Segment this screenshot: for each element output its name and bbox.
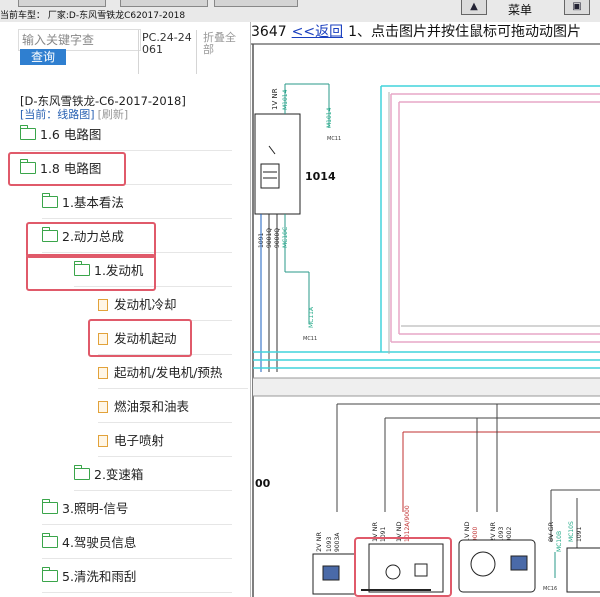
wire-label: MC10S bbox=[568, 521, 575, 542]
divider bbox=[138, 30, 139, 74]
tree-item-washer-wiper[interactable]: 5.清洗和雨刮 bbox=[41, 562, 232, 593]
page-number: 3647 bbox=[251, 24, 287, 40]
tree-item-basic[interactable]: 1.基本看法 bbox=[41, 188, 232, 219]
search-button[interactable]: 查询 bbox=[20, 49, 66, 65]
tree-label: 起动机/发电机/预热 bbox=[114, 365, 223, 380]
tree-label: 5.清洗和雨刮 bbox=[62, 569, 137, 584]
diagram-ref: 00 bbox=[255, 477, 271, 490]
toolbar-button-2[interactable] bbox=[120, 0, 208, 7]
folder-icon bbox=[41, 533, 58, 548]
folder-icon bbox=[41, 567, 58, 582]
document-icon bbox=[98, 367, 108, 379]
tree-label: 4.驾驶员信息 bbox=[62, 535, 137, 550]
pc-number: PC.24-24061 bbox=[142, 31, 192, 56]
tree-item-gearbox[interactable]: 2.变速箱 bbox=[73, 460, 232, 491]
highlight-box bbox=[88, 319, 192, 357]
tree-label: 2.变速箱 bbox=[94, 467, 144, 482]
document-icon bbox=[98, 299, 108, 311]
tree-label: 3.照明-信号 bbox=[62, 501, 129, 516]
divider bbox=[196, 30, 197, 74]
folder-icon bbox=[19, 125, 36, 140]
document-icon bbox=[98, 435, 108, 447]
folder-icon bbox=[41, 499, 58, 514]
tree-label: 发动机冷却 bbox=[114, 297, 177, 312]
highlight-box bbox=[8, 152, 126, 186]
tree-item-fuel-injection[interactable]: 电子喷射 bbox=[98, 426, 232, 457]
tree-item-1-6[interactable]: 1.6 电路图 bbox=[19, 120, 232, 151]
wire-label: MC11A bbox=[308, 306, 315, 328]
wire-label: 1091 bbox=[380, 527, 387, 542]
wire-label: 1091 bbox=[576, 527, 583, 542]
highlight-box bbox=[26, 254, 156, 291]
tree-label: 1.基本看法 bbox=[62, 195, 124, 210]
wire-label: 1012A/9000 bbox=[404, 505, 411, 542]
wire-label: M1014 bbox=[326, 107, 333, 128]
menu-button[interactable]: 菜单 bbox=[508, 1, 532, 18]
highlight-box bbox=[26, 222, 156, 258]
folder-icon bbox=[41, 193, 58, 208]
component-1014-label: 1014 bbox=[305, 170, 336, 183]
wire-label: MC16 bbox=[543, 586, 557, 592]
search-input[interactable]: 输入关键字查 bbox=[18, 29, 141, 51]
wire-label: MC11 bbox=[327, 136, 341, 142]
wiring-diagram[interactable]: 1014 1V NR M1014 M1014 MC11 1091 9001Q 9… bbox=[251, 42, 600, 597]
nav-icon[interactable]: ▣ bbox=[564, 0, 590, 15]
wire-label: MC11 bbox=[303, 336, 317, 342]
collapse-all-button[interactable]: 折叠全部 bbox=[203, 32, 245, 56]
tree-label: 燃油泵和油表 bbox=[114, 399, 190, 414]
tree-label: 电子喷射 bbox=[114, 433, 165, 448]
tree-item-driver-info[interactable]: 4.驾驶员信息 bbox=[41, 528, 232, 559]
current-car-info: 当前车型： 厂家:D-东风雪铁龙C62017-2018 bbox=[0, 11, 186, 21]
top-toolbar: 当前车型： 厂家:D-东风雪铁龙C62017-2018 ▲ 菜单 ▣ bbox=[0, 0, 600, 23]
wire-label: 1093 bbox=[326, 537, 333, 552]
folder-icon bbox=[73, 465, 90, 480]
wire-label: 2V NR bbox=[315, 531, 323, 552]
wire-label: 1V ND bbox=[463, 521, 471, 542]
tree-item-lighting[interactable]: 3.照明-信号 bbox=[41, 494, 232, 525]
wire-label: 8V GR bbox=[547, 521, 555, 542]
tree-label: 1.6 电路图 bbox=[40, 127, 102, 142]
wire-label: 1V NR bbox=[271, 88, 279, 110]
nav-up-icon[interactable]: ▲ bbox=[461, 0, 487, 15]
toolbar-button-3[interactable] bbox=[214, 0, 298, 7]
back-link[interactable]: <<返回 bbox=[292, 24, 343, 40]
wire-label: 9003A bbox=[334, 532, 341, 552]
left-navigation-panel: 输入关键字查 查询 PC.24-24061 折叠全部 [D-东风雪铁龙-C6-2… bbox=[0, 22, 251, 597]
wire-label: 2V NR bbox=[489, 521, 497, 542]
diagram-viewer: 3647 <<返回 1、点击图片并按住鼠标可拖动动图片 1014 1V NR M10… bbox=[251, 22, 600, 597]
toolbar-button-1[interactable] bbox=[18, 0, 106, 7]
document-icon bbox=[98, 401, 108, 413]
viewer-header: 3647 <<返回 1、点击图片并按住鼠标可拖动动图片 bbox=[251, 22, 600, 42]
tree-item-engine-cooling[interactable]: 发动机冷却 bbox=[98, 290, 232, 321]
tree-item-fuel-pump[interactable]: 燃油泵和油表 bbox=[98, 392, 232, 423]
wire-label: MC10B bbox=[556, 531, 563, 552]
drag-hint: 1、点击图片并按住鼠标可拖动动图片 bbox=[348, 24, 582, 40]
tree-item-starter-alternator[interactable]: 起动机/发电机/预热 bbox=[98, 358, 248, 389]
